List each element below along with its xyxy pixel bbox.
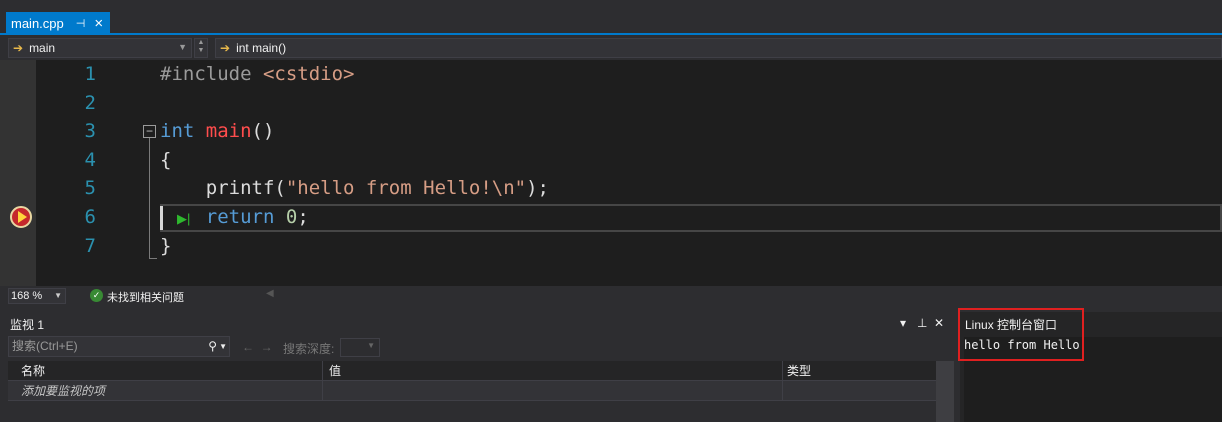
search-icon[interactable]: ⚲: [208, 337, 217, 356]
line-number: 5: [84, 177, 96, 199]
code-text[interactable]: #include <cstdio> int main() { printf("h…: [160, 60, 549, 260]
breakpoint-current-statement-icon[interactable]: [10, 206, 32, 228]
navigation-bar: ➔ main ▼ ▲ ▼ ➔ int main(): [0, 37, 1222, 60]
table-row[interactable]: 添加要监视的项: [8, 381, 936, 401]
tab-label: main.cpp: [11, 15, 64, 31]
line-number: 2: [84, 91, 96, 114]
highlight-box: [958, 308, 1084, 361]
line-number: 3: [84, 120, 96, 142]
line-number: 6: [84, 206, 96, 228]
function-call: printf: [205, 177, 275, 199]
add-watch-item[interactable]: 添加要监视的项: [8, 381, 323, 401]
watch-grid: 名称 值 类型 添加要监视的项: [8, 361, 936, 401]
search-depth-dropdown[interactable]: ▼: [340, 338, 380, 357]
member-dropdown[interactable]: ➔ int main(): [215, 38, 1222, 58]
document-tab-strip: main.cpp ⊣ ×: [0, 0, 1222, 35]
code-line-4: {: [160, 146, 171, 174]
column-header-type[interactable]: 类型: [783, 361, 936, 381]
scope-label: main: [29, 41, 56, 55]
watch-title[interactable]: 监视 1: [10, 316, 44, 333]
preprocessor-directive: #include: [160, 63, 263, 85]
zoom-dropdown[interactable]: 168 % ▼: [8, 288, 66, 304]
punctuation: }: [160, 234, 172, 257]
arrow-right-icon: ➔: [220, 41, 231, 55]
pin-icon[interactable]: ⊥: [917, 316, 927, 330]
close-icon[interactable]: ✕: [934, 316, 944, 330]
scope-dropdown[interactable]: ➔ main ▼: [8, 38, 192, 58]
editor-status-strip: 168 % ▼ ✓ 未找到相关问题 ◀: [0, 286, 1222, 306]
keyword: int: [160, 120, 195, 142]
punctuation: (): [251, 120, 275, 142]
punctuation: {: [160, 148, 172, 171]
type-cell: [783, 381, 936, 401]
fold-guide-end: [149, 258, 157, 259]
vertical-scrollbar[interactable]: [936, 361, 954, 422]
zoom-level: 168 %: [11, 290, 43, 302]
pin-icon[interactable]: ⊣: [76, 17, 86, 30]
line-number: 1: [84, 63, 96, 85]
scroll-left-icon[interactable]: ◀: [266, 288, 274, 299]
code-line-6: return 0;: [160, 203, 309, 231]
line-number: 4: [84, 148, 96, 171]
punctuation: (: [274, 177, 286, 199]
collapse-icon[interactable]: −: [143, 125, 156, 138]
watch-panel: 监视 1 ▾ ⊥ ✕ 搜索(Ctrl+E) ⚲ ▼ ← → 搜索深度: ▼ 名称…: [0, 312, 954, 422]
code-line-3: int main(): [160, 117, 274, 145]
arrow-right-icon: ➔: [13, 41, 24, 55]
close-icon[interactable]: ×: [94, 16, 103, 31]
keyword: return: [205, 206, 275, 228]
arrow-right-icon[interactable]: →: [261, 340, 273, 354]
number-literal: 0: [285, 206, 298, 228]
member-label: int main(): [236, 41, 287, 55]
chevron-down-icon: ▼: [178, 42, 187, 52]
search-nav-arrows[interactable]: ← →: [242, 340, 273, 354]
fold-guide: [149, 138, 150, 258]
code-line-1: #include <cstdio>: [160, 60, 354, 88]
line-number: 7: [84, 234, 96, 257]
punctuation: ;: [297, 206, 309, 228]
panel-options-icon[interactable]: ▾: [900, 316, 906, 330]
indicator-margin[interactable]: [0, 60, 36, 286]
punctuation: );: [526, 177, 549, 199]
chevron-down-icon: ▼: [54, 291, 62, 300]
arrow-left-icon[interactable]: ←: [242, 340, 254, 354]
search-placeholder: 搜索(Ctrl+E): [12, 339, 78, 353]
ide-window: main.cpp ⊣ × ➔ main ▼ ▲ ▼ ➔ int main() 1 …: [0, 0, 1222, 422]
code-line-7: }: [160, 232, 171, 260]
issues-status[interactable]: 未找到相关问题: [107, 289, 184, 305]
code-line-5: printf("hello from Hello!\n");: [160, 174, 549, 202]
watch-search-input[interactable]: 搜索(Ctrl+E) ⚲ ▼: [8, 336, 230, 357]
check-icon: ✓: [90, 289, 103, 302]
watch-grid-header: 名称 值 类型: [8, 361, 936, 381]
function-name: main: [205, 120, 252, 142]
chevron-down-icon: ▼: [367, 341, 375, 350]
column-header-name[interactable]: 名称: [8, 361, 323, 381]
column-header-value[interactable]: 值: [323, 361, 783, 381]
chevron-down-icon[interactable]: ▼: [219, 337, 227, 356]
nav-split-button[interactable]: ▲ ▼: [194, 38, 208, 58]
string-literal: "hello from Hello!\n": [285, 177, 527, 199]
current-line-highlight: [160, 204, 1222, 232]
search-depth-label: 搜索深度:: [283, 342, 335, 356]
tab-main-cpp[interactable]: main.cpp ⊣ ×: [6, 12, 110, 34]
code-editor[interactable]: 1 2 3 4 5 6 7 − ▶| #include <cstdio> int…: [0, 60, 1222, 286]
include-path: <cstdio>: [262, 63, 355, 85]
value-cell: [323, 381, 783, 401]
